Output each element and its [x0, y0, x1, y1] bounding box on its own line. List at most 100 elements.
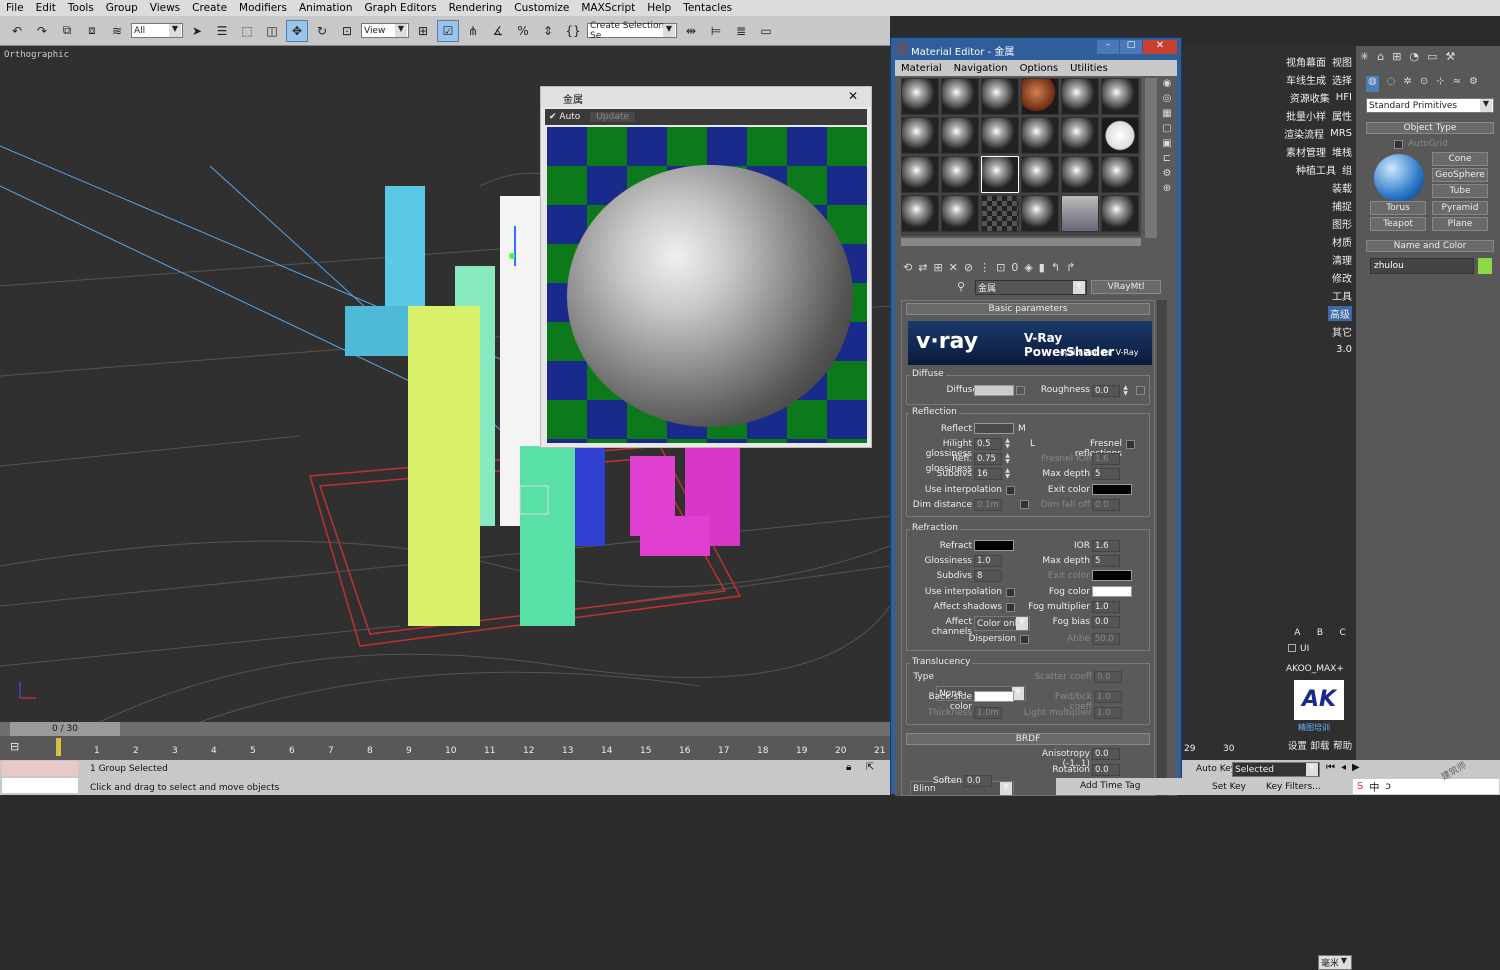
- key-filters-button[interactable]: Key Filters...: [1266, 782, 1321, 792]
- time-slider-bar[interactable]: 0 / 30: [0, 722, 890, 736]
- object-color-swatch[interactable]: [1478, 258, 1492, 274]
- window-crossing-icon[interactable]: ◫: [261, 20, 283, 42]
- diffuse-color-swatch[interactable]: [974, 385, 1014, 396]
- sample-slot[interactable]: [1061, 156, 1099, 193]
- tab-b[interactable]: B: [1317, 628, 1323, 638]
- plugin-tab[interactable]: 材质: [1332, 234, 1352, 249]
- ior-input[interactable]: 1.6: [1092, 540, 1120, 552]
- plugin-tab[interactable]: HFI: [1336, 92, 1352, 103]
- plugin-tab[interactable]: 装载: [1332, 180, 1352, 195]
- cameras-icon[interactable]: ⊙: [1420, 76, 1428, 92]
- plugin-tab[interactable]: 工具: [1332, 288, 1352, 303]
- sample-slot[interactable]: [1101, 117, 1139, 154]
- sample-slot[interactable]: [901, 117, 939, 154]
- diffuse-map-button[interactable]: [1016, 386, 1025, 395]
- helpers-icon[interactable]: ⊹: [1436, 76, 1444, 92]
- rotation-input[interactable]: 0.0: [1092, 764, 1120, 776]
- select-manipulate-icon[interactable]: ☑: [437, 19, 459, 42]
- select-and-scale-icon[interactable]: ⊡: [336, 20, 358, 42]
- help-button[interactable]: 帮助: [1333, 738, 1352, 752]
- refl-exit-color-swatch[interactable]: [1092, 484, 1132, 495]
- name-and-color-rollout[interactable]: Name and Color: [1366, 240, 1494, 252]
- cone-button[interactable]: Cone: [1432, 152, 1488, 166]
- slot-vertical-scrollbar[interactable]: [1145, 78, 1157, 238]
- refl-glossiness-spinner[interactable]: ▲ ▼: [1004, 453, 1011, 465]
- get-material-icon[interactable]: ⟲: [903, 261, 912, 274]
- bind-space-warp-icon[interactable]: ≋: [106, 20, 128, 42]
- sample-slot-active[interactable]: [981, 156, 1019, 193]
- sample-slot[interactable]: [1061, 195, 1099, 232]
- close-icon[interactable]: ✕: [1143, 40, 1177, 54]
- maxscript-mini-listener[interactable]: [2, 778, 78, 793]
- geometry-icon[interactable]: ◍: [1366, 76, 1379, 92]
- create-tab-icon[interactable]: ✳: [1360, 50, 1369, 68]
- refr-max-depth-input[interactable]: 5: [1092, 555, 1120, 567]
- dim-falloff-input[interactable]: 0.0: [1092, 499, 1120, 511]
- ime-chinese-icon[interactable]: 中: [1369, 779, 1379, 794]
- sample-slot[interactable]: [1061, 117, 1099, 154]
- mirror-icon[interactable]: ⇹: [680, 20, 702, 42]
- close-icon[interactable]: ✕: [839, 89, 867, 105]
- light-multiplier-input[interactable]: 1.0: [1094, 707, 1122, 719]
- sample-slot[interactable]: [981, 117, 1019, 154]
- set-key-button[interactable]: Set Key: [1212, 782, 1246, 792]
- menu-maxscript[interactable]: MAXScript: [575, 2, 641, 14]
- backlight-icon[interactable]: ◎: [1163, 93, 1172, 104]
- angle-snap-icon[interactable]: ∡: [487, 20, 509, 42]
- lights-icon[interactable]: ✲: [1403, 76, 1411, 92]
- material-preview-window[interactable]: 金属 ✕ ✔ Auto Update: [540, 86, 872, 448]
- time-slider-handle[interactable]: 0 / 30: [10, 722, 120, 736]
- tab-a[interactable]: A: [1294, 628, 1300, 638]
- menu-modifiers[interactable]: Modifiers: [233, 2, 293, 14]
- options-icon[interactable]: ⚙: [1163, 168, 1172, 179]
- tube-button[interactable]: Tube: [1432, 184, 1488, 198]
- track-bar-menu-icon[interactable]: ⊟: [10, 740, 19, 753]
- ribbon-icon[interactable]: ▭: [755, 20, 777, 42]
- object-type-rollout[interactable]: Object Type: [1366, 122, 1494, 134]
- menu-animation[interactable]: Animation: [293, 2, 359, 14]
- roughness-input[interactable]: 0.0: [1092, 385, 1120, 397]
- fwd-bck-coeff-input[interactable]: 1.0: [1094, 691, 1122, 703]
- refr-subdivs-input[interactable]: 8: [974, 570, 1002, 582]
- affect-channels-dropdown[interactable]: Color only: [974, 616, 1030, 631]
- motion-tab-icon[interactable]: ◔: [1409, 50, 1419, 68]
- menu-material[interactable]: Material: [895, 63, 948, 74]
- sample-slot[interactable]: [1101, 78, 1139, 115]
- video-color-check-icon[interactable]: ▣: [1162, 138, 1171, 149]
- refract-color-swatch[interactable]: [974, 540, 1014, 551]
- back-side-color-swatch[interactable]: [974, 691, 1014, 702]
- object-name-field[interactable]: zhulou: [1370, 258, 1474, 274]
- shapes-icon[interactable]: ◌: [1387, 76, 1396, 92]
- pick-material-icon[interactable]: ⚲: [957, 280, 965, 293]
- snap-toggle-icon[interactable]: ⋔: [462, 20, 484, 42]
- roughness-spinner[interactable]: ▲ ▼: [1122, 385, 1129, 397]
- refl-max-depth-input[interactable]: 5: [1092, 468, 1120, 480]
- previous-frame-icon[interactable]: ◂: [1341, 762, 1346, 773]
- sample-slot[interactable]: [901, 195, 939, 232]
- plugin-tab[interactable]: 车线生成: [1286, 72, 1326, 87]
- sample-slot[interactable]: [941, 156, 979, 193]
- show-end-result-icon[interactable]: ▮: [1039, 261, 1045, 274]
- put-to-scene-icon[interactable]: ⇄: [918, 261, 927, 274]
- pivot-center-icon[interactable]: ⊞: [412, 20, 434, 42]
- refr-glossiness-input[interactable]: 1.0: [974, 555, 1002, 567]
- minimize-icon[interactable]: –: [1097, 40, 1119, 54]
- coordinate-mode-icon[interactable]: ⇱: [866, 762, 874, 773]
- plugin-tab[interactable]: MRS: [1330, 128, 1352, 139]
- sample-slot[interactable]: [1021, 195, 1059, 232]
- plugin-tab[interactable]: 修改: [1332, 270, 1352, 285]
- ime-punct-icon[interactable]: ↄ: [1385, 781, 1391, 792]
- plane-button[interactable]: Plane: [1432, 217, 1488, 231]
- track-bar[interactable]: ⊟ 1 2 3 4 5 6 7 8 9 10 11 12 13 14 15 16 17 18 19 20 21: [0, 736, 890, 760]
- utilities-tab-icon[interactable]: ⚒: [1445, 50, 1455, 68]
- assign-to-selection-icon[interactable]: ⊞: [933, 261, 942, 274]
- abbe-input[interactable]: 50.0: [1092, 633, 1120, 645]
- hilight-lock-button[interactable]: L: [1030, 439, 1035, 449]
- percent-snap-icon[interactable]: %: [512, 20, 534, 42]
- plugin-tab[interactable]: 图形: [1332, 216, 1352, 231]
- auto-key-button[interactable]: Auto Key: [1196, 764, 1236, 774]
- refr-exit-color-swatch[interactable]: [1092, 570, 1132, 581]
- selection-filter-dropdown[interactable]: All: [131, 23, 183, 38]
- soften-input[interactable]: 0.0: [964, 775, 992, 787]
- sample-slot[interactable]: [981, 195, 1019, 232]
